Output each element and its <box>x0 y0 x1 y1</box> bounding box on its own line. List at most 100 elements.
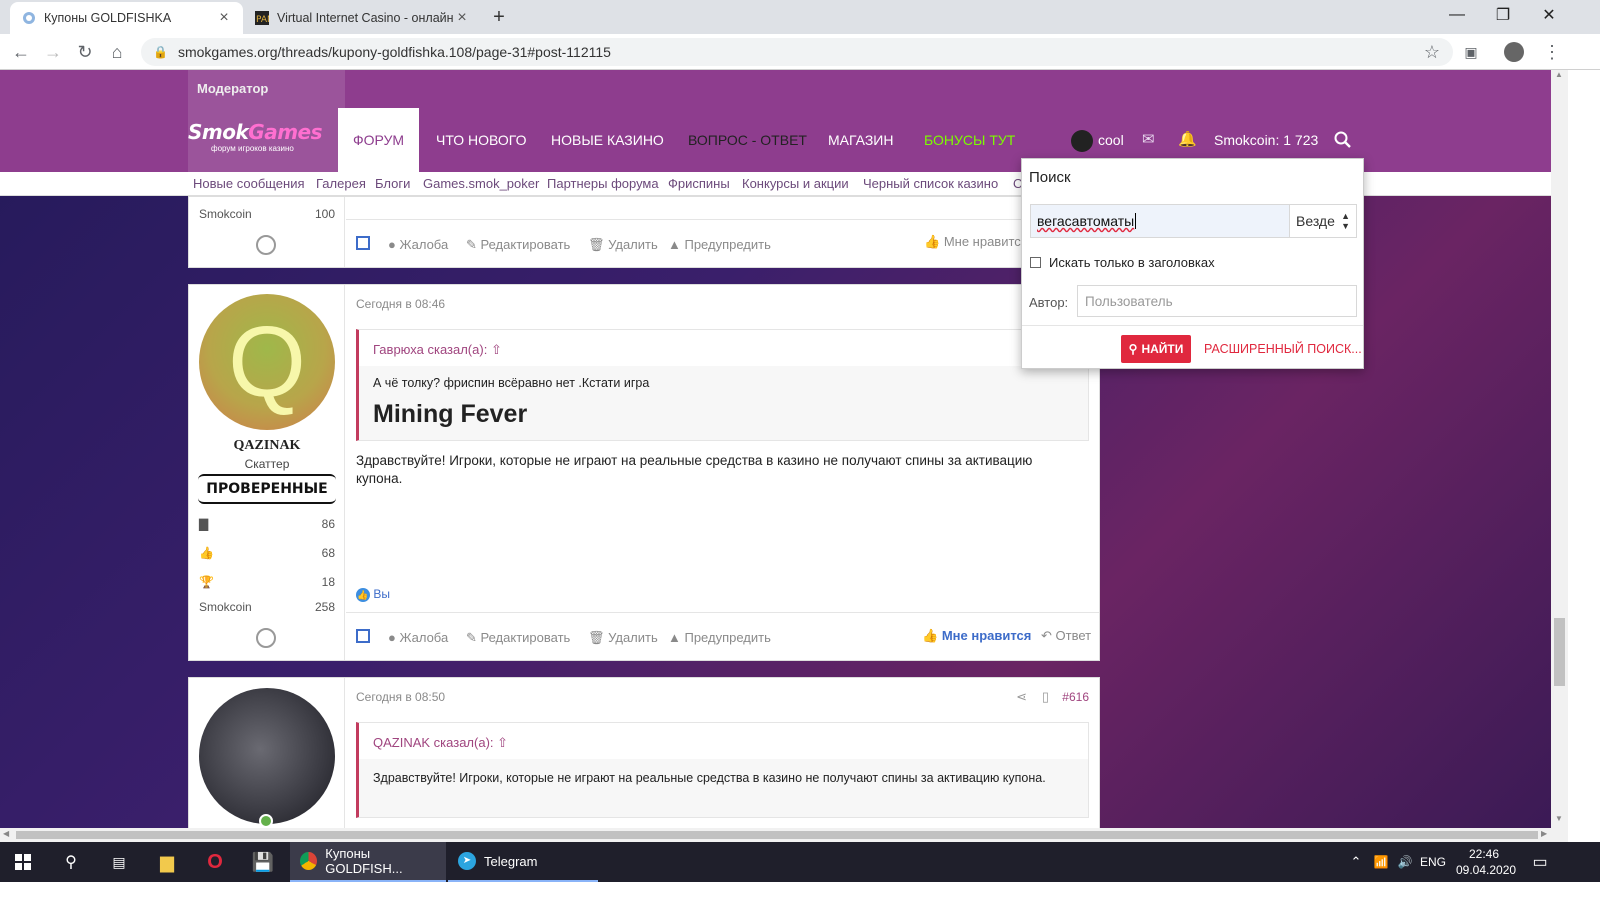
jump-up-icon[interactable]: ⇧ <box>491 342 502 357</box>
subnav-partners[interactable]: Партнеры форума <box>547 176 659 191</box>
scroll-left-icon[interactable]: ◀ <box>3 829 9 838</box>
delete-link[interactable]: 🗑 Удалить <box>588 237 658 253</box>
tray-chevron-icon[interactable]: ⌃ <box>1346 842 1366 882</box>
subnav-blogs[interactable]: Блоги <box>375 176 410 191</box>
horizontal-scroll-thumb[interactable] <box>16 831 1538 839</box>
select-checkbox[interactable] <box>356 236 370 250</box>
username[interactable]: QAZINAK <box>189 438 345 454</box>
subnav-contests[interactable]: Конкурсы и акции <box>742 176 849 191</box>
tab-close-icon[interactable]: × <box>455 9 469 27</box>
taskbar-chrome-item[interactable]: Купоны GOLDFISH... <box>290 842 446 882</box>
nav-whats-new[interactable]: Что нового <box>420 108 542 172</box>
select-checkbox[interactable] <box>356 629 370 643</box>
svg-text:PAN: PAN <box>256 15 269 25</box>
moderator-dropdown[interactable]: Модератор <box>197 81 268 96</box>
post-previous: Smokcoin 100 ● Жалоба ✎ Редактировать 🗑 У… <box>188 196 1100 268</box>
like-link[interactable]: 👍 Мне нравится <box>924 234 1028 250</box>
clock-date: 09.04.2020 <box>1456 863 1517 877</box>
nav-new-casinos[interactable]: Новые казино <box>535 108 680 172</box>
report-link[interactable]: ● Жалоба <box>388 237 448 252</box>
mail-icon[interactable]: ✉ <box>1142 130 1155 148</box>
new-tab-button[interactable]: + <box>488 6 510 28</box>
search-input[interactable]: вегасавтоматы <box>1030 204 1290 238</box>
tab-casino[interactable]: PAN Virtual Internet Casino - онлайн × <box>243 2 481 34</box>
restore-icon[interactable]: ❐ <box>1480 0 1526 30</box>
quote-header[interactable]: Гаврюха сказал(а): ⇧ <box>359 330 1088 366</box>
site-logo[interactable]: SmokGames <box>188 120 323 144</box>
task-view-icon[interactable]: ▤ <box>96 842 142 882</box>
windows-start-icon[interactable] <box>0 842 46 882</box>
search-submit-button[interactable]: ⚲ НАЙТИ <box>1121 335 1191 363</box>
post-time[interactable]: Сегодня в 08:50 <box>356 690 445 704</box>
like-link[interactable]: 👍 Мне нравится <box>922 628 1031 644</box>
save-app-icon[interactable]: 💾 <box>240 842 286 882</box>
warn-link[interactable]: ▲ Предупредить <box>668 630 771 645</box>
notifications-icon[interactable]: ▭ <box>1520 842 1560 882</box>
user-avatar[interactable] <box>1071 130 1093 152</box>
nav-qa[interactable]: Вопрос - ответ <box>672 108 823 172</box>
volume-icon[interactable]: 🔊 <box>1394 842 1416 882</box>
close-window-icon[interactable]: ✕ <box>1526 0 1572 30</box>
site-header: Модератор SmokGames форум игроков казино… <box>0 70 1568 172</box>
delete-link[interactable]: 🗑 Удалить <box>588 630 658 646</box>
edit-link[interactable]: ✎ Редактировать <box>466 630 570 646</box>
file-explorer-icon[interactable]: ▆ <box>144 842 190 882</box>
scroll-up-icon[interactable]: ▲ <box>1555 70 1563 79</box>
search-scope-select[interactable]: Везде ▲ ▼ <box>1289 204 1357 238</box>
url-field[interactable]: 🔒 smokgames.org/threads/kupony-goldfishk… <box>141 38 1453 66</box>
warn-link[interactable]: ▲ Предупредить <box>668 237 771 252</box>
author-input[interactable]: Пользователь <box>1077 285 1357 317</box>
wifi-icon[interactable]: 📶 <box>1370 842 1392 882</box>
horizontal-scrollbar[interactable]: ◀ ▶ <box>0 828 1568 842</box>
user-avatar-photo[interactable] <box>199 688 335 824</box>
jump-up-icon[interactable]: ⇧ <box>497 735 508 750</box>
titles-only-checkbox[interactable]: Искать только в заголовках <box>1030 255 1215 270</box>
nav-bonuses[interactable]: Бонусы тут <box>908 108 1031 172</box>
language-indicator[interactable]: ENG <box>1418 842 1448 882</box>
bell-icon[interactable]: 🔔 <box>1178 130 1197 148</box>
quote-text: А чё толку? фриспин всёравно нет .Кстати… <box>373 376 650 390</box>
subnav-gallery[interactable]: Галерея <box>316 176 366 191</box>
subnav-poker[interactable]: Games.smok_poker <box>423 176 539 191</box>
share-icon[interactable]: ⋖ <box>1016 689 1027 705</box>
search-taskbar-icon[interactable]: ⚲ <box>48 842 94 882</box>
checkbox-box[interactable] <box>1030 257 1041 268</box>
back-icon[interactable]: ← <box>9 40 33 64</box>
bookmark-icon[interactable]: ▯ <box>1042 689 1049 705</box>
reaction-summary[interactable]: 👍 Вы <box>356 587 390 602</box>
menu-kebab-icon[interactable]: ⋮ <box>1540 40 1564 64</box>
bookmark-star-icon[interactable]: ☆ <box>1420 40 1444 64</box>
advanced-search-link[interactable]: Расширенный поиск... <box>1204 342 1362 356</box>
system-clock[interactable]: 22:46 09.04.2020 <box>1456 846 1517 878</box>
subnav-blacklist[interactable]: Черный список казино <box>863 176 998 191</box>
taskbar-telegram-item[interactable]: ➤ Telegram <box>448 842 598 882</box>
quote-header[interactable]: QAZINAK сказал(а): ⇧ <box>359 723 1088 759</box>
subnav-new-posts[interactable]: Новые сообщения <box>193 176 305 191</box>
forward-icon[interactable]: → <box>41 40 65 64</box>
extension-icon[interactable]: ▣ <box>1459 40 1483 64</box>
tab-kupony[interactable]: Купоны GOLDFISHKA × <box>10 2 243 34</box>
minimize-icon[interactable]: — <box>1434 0 1480 30</box>
tab-title: Virtual Internet Casino - онлайн <box>277 11 454 25</box>
profile-avatar[interactable] <box>1504 42 1524 62</box>
home-icon[interactable]: ⌂ <box>105 40 129 64</box>
nav-forum[interactable]: Форум <box>338 108 419 172</box>
user-avatar-letter[interactable]: Q <box>199 294 335 430</box>
nav-shop[interactable]: Магазин <box>812 108 909 172</box>
search-icon[interactable] <box>1334 131 1352 149</box>
tab-close-icon[interactable]: × <box>217 9 231 27</box>
scroll-right-icon[interactable]: ▶ <box>1541 829 1547 838</box>
reply-link[interactable]: ↶ Ответ <box>1041 628 1091 644</box>
vertical-scroll-thumb[interactable] <box>1554 618 1565 686</box>
vertical-scrollbar[interactable]: ▲ ▼ <box>1551 70 1568 828</box>
user-name[interactable]: cool <box>1098 132 1124 148</box>
subnav-freespins[interactable]: Фриспины <box>668 176 730 191</box>
edit-link[interactable]: ✎ Редактировать <box>466 237 570 253</box>
report-link[interactable]: ● Жалоба <box>388 630 448 645</box>
post-time[interactable]: Сегодня в 08:46 <box>356 297 445 311</box>
scroll-down-icon[interactable]: ▼ <box>1555 814 1563 823</box>
reload-icon[interactable]: ↻ <box>73 40 97 64</box>
smokcoin-balance[interactable]: Smokcoin: 1 723 <box>1214 132 1318 148</box>
opera-icon[interactable]: O <box>192 842 238 882</box>
post-number[interactable]: #616 <box>1062 690 1089 704</box>
